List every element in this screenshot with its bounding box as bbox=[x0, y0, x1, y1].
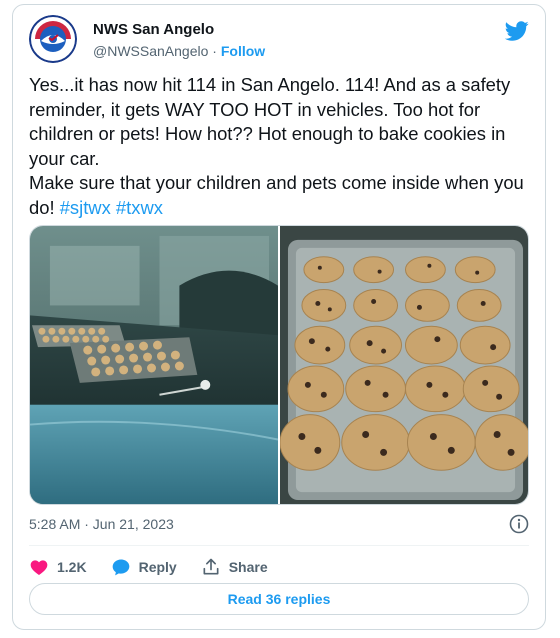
tweet-text: Yes...it has now hit 114 in San Angelo. … bbox=[29, 73, 529, 220]
share-icon bbox=[203, 558, 219, 575]
tweet-card: NWS San Angelo @NWSSanAngelo · Follow Ye… bbox=[12, 4, 546, 630]
photo-cookies-on-dashboard[interactable] bbox=[30, 226, 278, 504]
tweet-media bbox=[29, 225, 529, 505]
author-handle-row: @NWSSanAngelo · Follow bbox=[93, 43, 265, 59]
tweet-timestamp[interactable]: 5:28 AM · Jun 21, 2023 bbox=[29, 516, 174, 532]
photo-baked-cookies-tray[interactable] bbox=[280, 226, 528, 504]
nws-logo-avatar[interactable] bbox=[29, 15, 77, 63]
twitter-bird-icon[interactable] bbox=[505, 19, 529, 43]
info-icon[interactable] bbox=[509, 514, 529, 534]
action-bar: 1.2K Reply Share bbox=[29, 553, 292, 581]
reply-label: Reply bbox=[138, 559, 177, 575]
dashboard-cookies-image bbox=[30, 226, 278, 504]
reply-button[interactable]: Reply bbox=[111, 557, 177, 577]
heart-icon bbox=[30, 560, 48, 575]
author-handle[interactable]: @NWSSanAngelo bbox=[93, 43, 208, 59]
follow-link[interactable]: Follow bbox=[221, 43, 265, 59]
author-name[interactable]: NWS San Angelo bbox=[93, 21, 214, 38]
divider bbox=[29, 545, 529, 546]
read-replies-button[interactable]: Read 36 replies bbox=[29, 583, 529, 615]
tweet-text-line1: Yes...it has now hit 114 in San Angelo. … bbox=[29, 74, 511, 169]
separator-dot: · bbox=[212, 43, 217, 59]
like-count: 1.2K bbox=[57, 559, 87, 575]
share-button[interactable]: Share bbox=[201, 557, 268, 577]
share-label: Share bbox=[228, 559, 268, 575]
hashtag-sjtwx[interactable]: #sjtwx bbox=[60, 197, 111, 218]
tweet-text-line2: Make sure that your children and pets co… bbox=[29, 171, 529, 220]
hashtag-txwx[interactable]: #txwx bbox=[116, 197, 163, 218]
reply-bubble-icon bbox=[112, 559, 129, 576]
like-button[interactable]: 1.2K bbox=[29, 557, 87, 577]
baked-cookies-image bbox=[280, 226, 528, 504]
